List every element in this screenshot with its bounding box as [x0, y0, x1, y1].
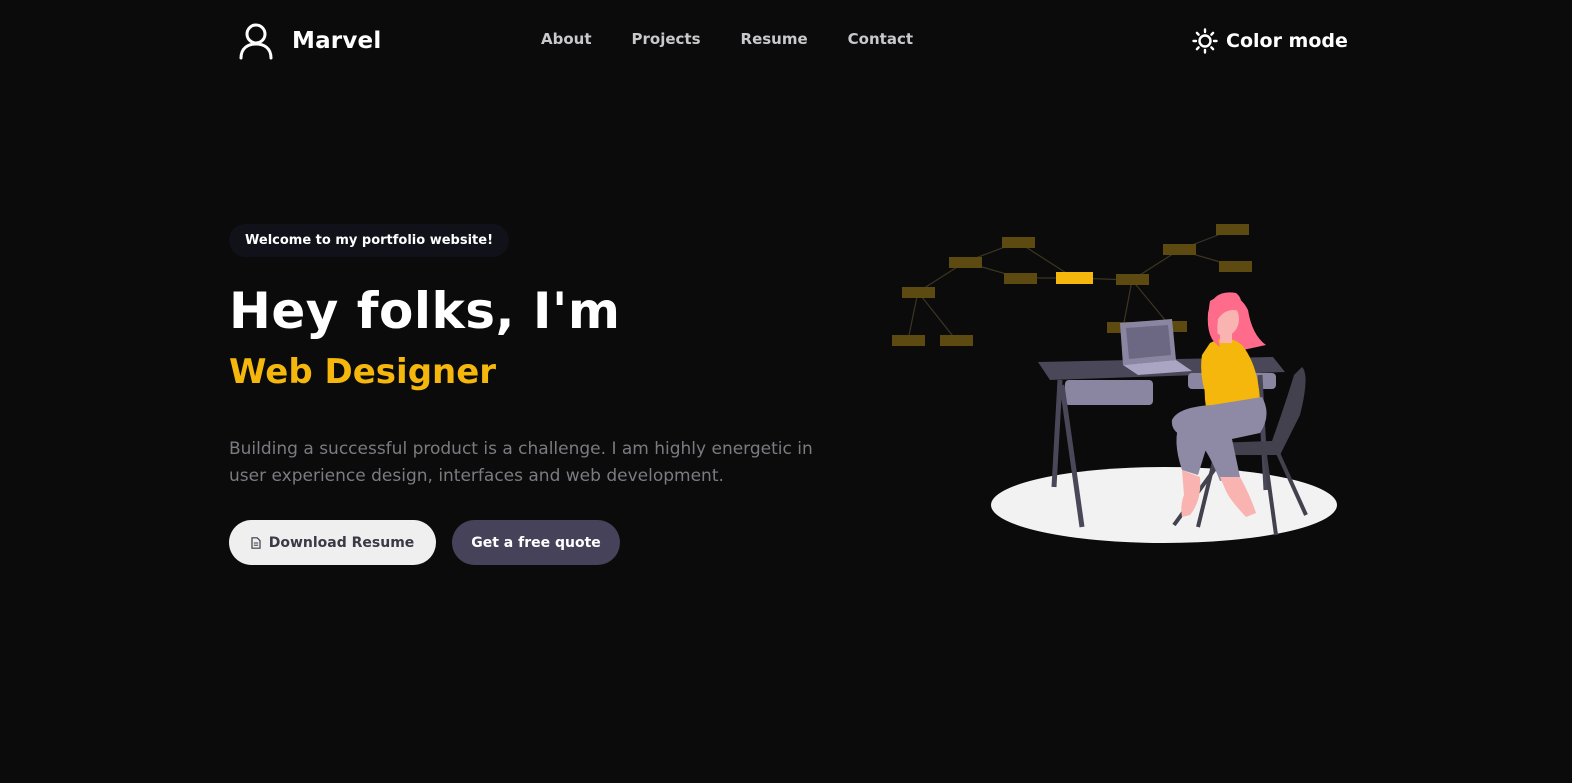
main-nav: About Projects Resume Contact [541, 30, 913, 48]
hero-illustration [892, 224, 1337, 543]
hero-title: Hey folks, I'm [229, 282, 621, 340]
hero-description: Building a successful product is a chall… [229, 439, 813, 486]
user-icon [239, 23, 273, 60]
welcome-badge: Welcome to my portfolio website! [229, 224, 509, 257]
hero-role: Web Designer [229, 352, 497, 392]
nav-projects[interactable]: Projects [632, 30, 701, 48]
free-quote-label: Get a free quote [471, 534, 601, 551]
floor-shadow [991, 467, 1337, 543]
page: Marvel About Projects Resume Contact Col… [0, 0, 1572, 783]
color-mode-toggle[interactable]: Color mode [1192, 28, 1348, 54]
download-resume-button[interactable]: Download Resume [229, 520, 436, 565]
brand-name: Marvel [292, 28, 382, 54]
download-resume-label: Download Resume [268, 534, 415, 551]
brand-logo[interactable]: Marvel [238, 22, 381, 60]
nav-about[interactable]: About [541, 30, 592, 48]
nav-resume[interactable]: Resume [741, 30, 808, 48]
sun-icon [1192, 28, 1218, 54]
free-quote-button[interactable]: Get a free quote [452, 520, 620, 565]
nav-contact[interactable]: Contact [848, 30, 913, 48]
document-icon [251, 536, 261, 549]
color-mode-label: Color mode [1226, 30, 1348, 52]
